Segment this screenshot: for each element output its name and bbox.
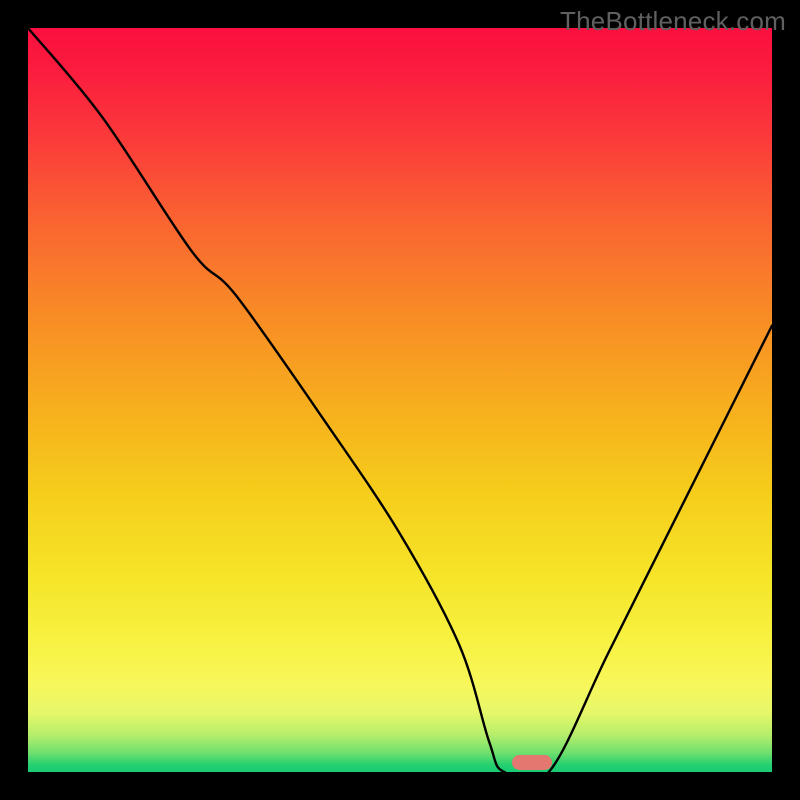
- chart-frame: TheBottleneck.com: [0, 0, 800, 800]
- bottleneck-curve: [28, 28, 772, 772]
- watermark-text: TheBottleneck.com: [560, 6, 786, 37]
- plot-area: [28, 28, 772, 772]
- curve-path: [28, 28, 772, 772]
